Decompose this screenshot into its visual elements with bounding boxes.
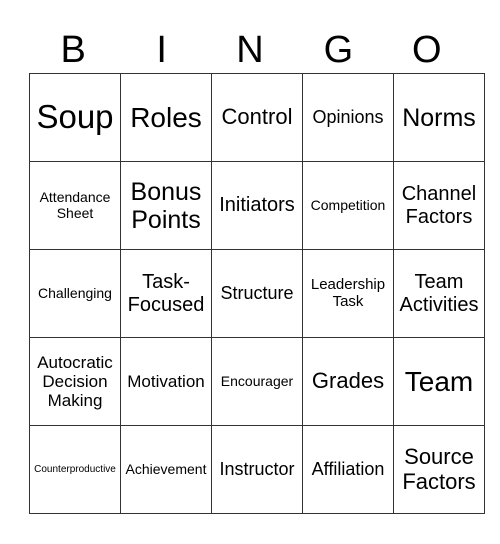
grid-row: Challenging Task-Focused Structure Leade… bbox=[29, 249, 485, 338]
bingo-cell[interactable]: Initiators bbox=[211, 161, 303, 250]
bingo-cell[interactable]: Competition bbox=[302, 161, 394, 250]
bingo-cell[interactable]: Source Factors bbox=[393, 425, 485, 514]
bingo-cell[interactable]: Affiliation bbox=[302, 425, 394, 514]
bingo-grid: Soup Roles Control Opinions Norms Attend… bbox=[29, 73, 485, 514]
bingo-cell[interactable]: Challenging bbox=[29, 249, 121, 338]
grid-row: Soup Roles Control Opinions Norms bbox=[29, 73, 485, 162]
bingo-cell[interactable]: Channel Factors bbox=[393, 161, 485, 250]
header-letter-b: B bbox=[60, 29, 86, 71]
bingo-cell[interactable]: Instructor bbox=[211, 425, 303, 514]
bingo-cell[interactable]: Opinions bbox=[302, 73, 394, 162]
bingo-cell[interactable]: Motivation bbox=[120, 337, 212, 426]
header-letter-o: O bbox=[412, 29, 442, 71]
grid-row: Autocratic Decision Making Motivation En… bbox=[29, 337, 485, 426]
bingo-cell[interactable]: Leadership Task bbox=[302, 249, 394, 338]
bingo-cell[interactable]: Soup bbox=[29, 73, 121, 162]
bingo-cell[interactable]: Roles bbox=[120, 73, 212, 162]
header-letter-n: N bbox=[236, 29, 264, 71]
bingo-cell[interactable]: Bonus Points bbox=[120, 161, 212, 250]
bingo-cell[interactable]: Team Activities bbox=[393, 249, 485, 338]
bingo-cell[interactable]: Attendance Sheet bbox=[29, 161, 121, 250]
bingo-cell[interactable]: Counterproductive bbox=[29, 425, 121, 514]
grid-row: Counterproductive Achievement Instructor… bbox=[29, 425, 485, 514]
bingo-cell[interactable]: Task-Focused bbox=[120, 249, 212, 338]
header-letter-g: G bbox=[323, 29, 354, 71]
bingo-cell[interactable]: Autocratic Decision Making bbox=[29, 337, 121, 426]
bingo-cell[interactable]: Structure bbox=[211, 249, 303, 338]
bingo-cell[interactable]: Team bbox=[393, 337, 485, 426]
bingo-cell[interactable]: Encourager bbox=[211, 337, 303, 426]
bingo-cell[interactable]: Control bbox=[211, 73, 303, 162]
bingo-cell[interactable]: Norms bbox=[393, 73, 485, 162]
bingo-cell[interactable]: Achievement bbox=[120, 425, 212, 514]
header-letter-i: I bbox=[156, 29, 167, 71]
bingo-header: B I N G O bbox=[29, 28, 471, 72]
grid-row: Attendance Sheet Bonus Points Initiators… bbox=[29, 161, 485, 250]
bingo-cell[interactable]: Grades bbox=[302, 337, 394, 426]
